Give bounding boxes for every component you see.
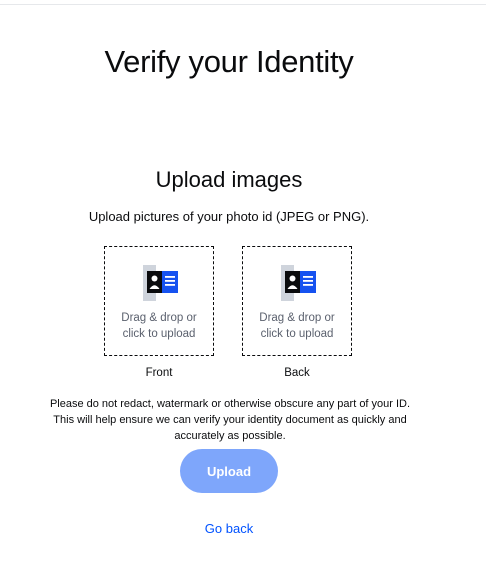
upload-button[interactable]: Upload (180, 449, 278, 493)
front-dropzone-line1: Drag & drop or (121, 312, 197, 324)
page-title: Verify your Identity (104, 44, 354, 79)
front-caption: Front (145, 367, 173, 379)
front-dropzone-text: Drag & drop or click to upload (105, 310, 213, 342)
redaction-notice: Please do not redact, watermark or other… (49, 398, 411, 442)
back-dropzone-line2: click to upload (260, 328, 334, 340)
section-title: Upload images (155, 167, 303, 192)
back-dropzone[interactable]: Drag & drop or click to upload (242, 246, 352, 356)
upload-instructions: Upload pictures of your photo id (JPEG o… (88, 209, 370, 224)
back-dropzone-text: Drag & drop or click to upload (243, 310, 351, 342)
front-dropzone[interactable]: Drag & drop or click to upload (104, 246, 214, 356)
go-back-link[interactable]: Go back (180, 521, 278, 536)
back-dropzone-line1: Drag & drop or (259, 312, 335, 324)
front-dropzone-line2: click to upload (122, 328, 196, 340)
id-card-icon (281, 265, 316, 301)
back-caption: Back (284, 367, 310, 379)
id-card-icon (143, 265, 178, 301)
top-divider (0, 4, 486, 5)
